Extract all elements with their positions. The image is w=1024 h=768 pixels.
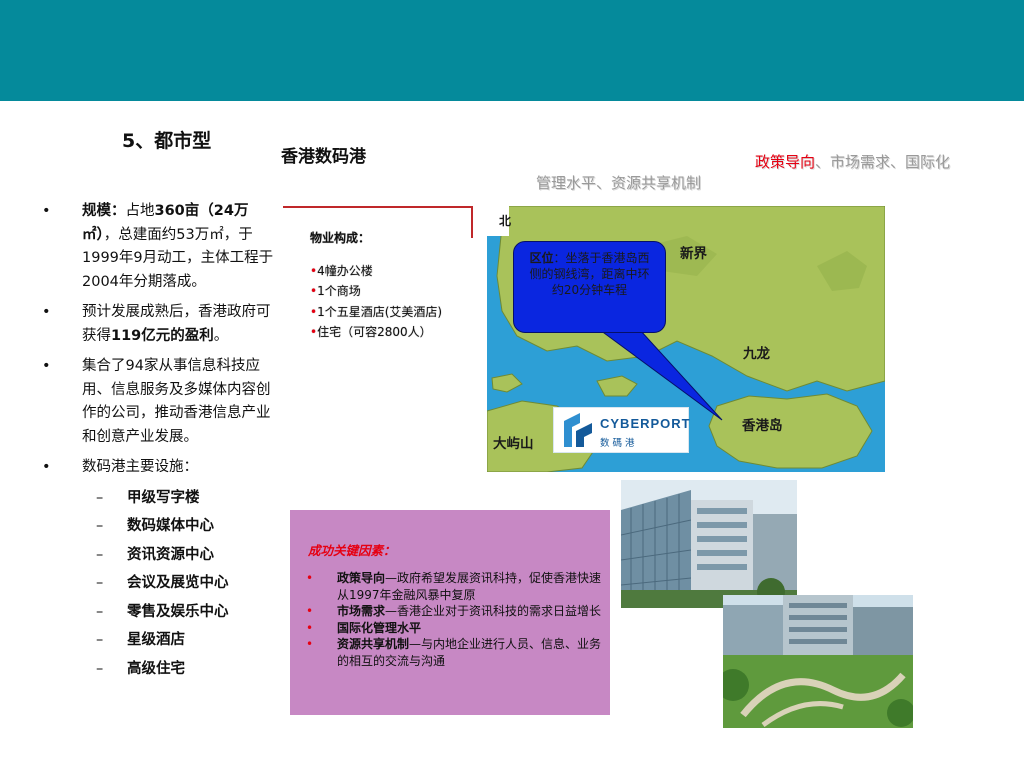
scale-label: 规模： bbox=[82, 203, 126, 219]
facilities-intro: 数码港主要设施： bbox=[82, 459, 198, 475]
factor-rest: 、市场需求、国际化 bbox=[814, 153, 950, 171]
property-item: •1个五星酒店(艾美酒店) bbox=[310, 304, 443, 319]
property-item-text: 4幢办公楼 bbox=[317, 263, 373, 278]
section-title: 5、都市型 bbox=[122, 130, 212, 152]
key-factors-list: • 政策导向—政府希望发展资讯科持，促使香港快速从1997年金融风暴中复原 • 市场… bbox=[306, 570, 604, 669]
property-item-text: 1个五星酒店(艾美酒店) bbox=[317, 304, 443, 319]
callout-label: 区位 bbox=[529, 251, 554, 265]
factor-highlight: 政策导向 bbox=[754, 153, 815, 171]
label-kowloon: 九龙 bbox=[743, 346, 770, 362]
companies-text: 集合了94家从事信息科技应用、信息服务及多媒体内容创作的公司，推动香港信息产业和… bbox=[82, 358, 271, 445]
bullet-companies: • 集合了94家从事信息科技应用、信息服务及多媒体内容创作的公司，推动香港信息产… bbox=[42, 355, 282, 449]
left-bullet-list: • 规模：占地360亩（24万㎡），总建面约53万㎡，于1999年9月动工，主体… bbox=[42, 200, 282, 687]
cyberport-logo-sub: 数 碼 港 bbox=[600, 438, 635, 449]
property-item: •1个商场 bbox=[310, 284, 361, 298]
photo-building-glass bbox=[621, 480, 797, 608]
cyberport-logo-text: CYBERPORT bbox=[600, 416, 691, 431]
property-item: •住宅（可容2800人） bbox=[310, 325, 432, 339]
property-item-text: 住宅（可容2800人） bbox=[317, 325, 432, 339]
key-factors-title: 成功关键因素： bbox=[308, 543, 396, 558]
label-hk-island: 香港岛 bbox=[742, 418, 783, 434]
bullet-dot: • bbox=[42, 203, 51, 219]
bullet-dot: • bbox=[42, 459, 51, 475]
bullet-dot: • bbox=[42, 358, 51, 374]
key-factor-item: • 市场需求—香港企业对于资讯科技的需求日益增长 bbox=[306, 604, 602, 618]
property-item: •4幢办公楼 bbox=[310, 263, 373, 278]
facility-item: – 高级住宅 bbox=[96, 661, 185, 678]
facility-item: – 会议及展览中心 bbox=[96, 575, 229, 592]
key-factor-item: • 资源共享机制—与内地企业进行人员、信息、业务的相互的交流与沟通 bbox=[306, 637, 602, 668]
bullet-facilities: • 数码港主要设施： bbox=[42, 456, 282, 480]
bullet-scale: • 规模：占地360亩（24万㎡），总建面约53万㎡，于1999年9月动工，主体… bbox=[42, 200, 282, 294]
red-frame-line bbox=[283, 206, 473, 208]
factor-line2: 管理水平、资源共享机制 bbox=[536, 174, 702, 192]
facility-label: 资讯资源中心 bbox=[127, 546, 214, 563]
facility-label: 甲级写字楼 bbox=[127, 489, 200, 506]
key-factor-bold: 政策导向 bbox=[337, 571, 386, 585]
profit-t2: 。 bbox=[213, 327, 229, 344]
facility-item: – 资讯资源中心 bbox=[96, 546, 214, 563]
cyberport-logo: CYBERPORT 数 碼 港 bbox=[553, 407, 691, 453]
facility-label: 数码媒体中心 bbox=[127, 518, 214, 535]
facility-label: 高级住宅 bbox=[127, 661, 185, 678]
key-factor-item: • 政策导向—政府希望发展资讯科持，促使香港快速从1997年金融风暴中复原 bbox=[306, 571, 602, 602]
property-title: 物业构成： bbox=[310, 231, 371, 245]
key-factor-bold: 国际化管理水平 bbox=[337, 620, 422, 635]
key-factor-bold: 市场需求 bbox=[337, 604, 386, 618]
facility-item: – 甲级写字楼 bbox=[96, 489, 200, 506]
key-factor-bold: 资源共享机制 bbox=[337, 637, 410, 651]
property-composition: 物业构成： •4幢办公楼 •1个商场 •1个五星酒店(艾美酒店) •住宅（可容2… bbox=[310, 228, 442, 343]
key-factor-text: —香港企业对于资讯科技的需求日益增长 bbox=[385, 604, 602, 618]
property-item-text: 1个商场 bbox=[317, 284, 361, 298]
photo-building-graphic bbox=[621, 480, 797, 608]
photo-campus-garden bbox=[723, 595, 913, 728]
factors-header: 政策导向、市场需求、国际化 管理水平、资源共享机制 bbox=[520, 152, 950, 194]
facilities-list: – 甲级写字楼 – 数码媒体中心 – 资讯资源中心 – 会议及展览中心 – 零售及娱乐中心… bbox=[42, 487, 282, 687]
cyberport-logo-mark bbox=[564, 413, 592, 447]
facility-item: – 星级酒店 bbox=[96, 632, 185, 649]
key-factor-item: • 国际化管理水平 bbox=[306, 620, 422, 635]
red-frame-line bbox=[471, 206, 473, 238]
label-new-territories: 新界 bbox=[680, 246, 707, 262]
facility-item: – 零售及娱乐中心 bbox=[96, 603, 229, 620]
facility-label: 会议及展览中心 bbox=[127, 575, 229, 592]
profit-bold: 119亿元的盈利 bbox=[111, 327, 214, 344]
location-callout: 区位：坐落于香港岛西侧的钢线湾，距离中环约20分钟车程 bbox=[513, 241, 666, 333]
facility-item: – 数码媒体中心 bbox=[96, 518, 214, 535]
scale-t1: 占地 bbox=[125, 203, 155, 219]
facility-label: 星级酒店 bbox=[127, 632, 185, 649]
photo-garden-graphic bbox=[723, 595, 913, 728]
bullet-dot: • bbox=[42, 304, 51, 320]
project-name: 香港数码港 bbox=[281, 147, 366, 167]
facility-label: 零售及娱乐中心 bbox=[127, 603, 229, 620]
bullet-profit: • 预计发展成熟后，香港政府可获得119亿元的盈利。 bbox=[42, 301, 282, 348]
north-label: 北 bbox=[499, 214, 512, 228]
key-factors-box: 成功关键因素： • 政策导向—政府希望发展资讯科持，促使香港快速从1997年金融风… bbox=[290, 510, 610, 715]
label-lantau: 大屿山 bbox=[493, 436, 534, 452]
header-band bbox=[0, 0, 1024, 101]
scale-t2: ，总建面约53万㎡，于1999年9月动工，主体工程于2004年分期落成。 bbox=[82, 226, 274, 290]
